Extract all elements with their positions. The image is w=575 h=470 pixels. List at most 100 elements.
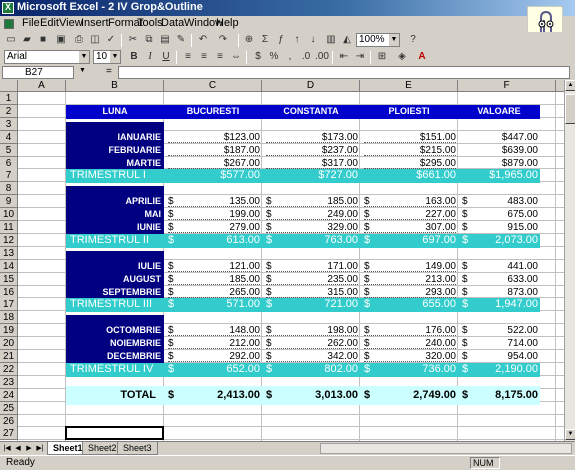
chevron-down-icon[interactable]: ▼ (389, 34, 399, 46)
redo-icon[interactable]: ↷ (216, 33, 230, 47)
menu-insert[interactable]: Insert (81, 17, 109, 29)
row-header-9[interactable]: 9 (0, 195, 18, 208)
quarter-total-value[interactable]: $661.00 (364, 169, 456, 182)
drawing-icon[interactable]: ◭ (340, 33, 354, 47)
chevron-down-icon[interactable]: ▼ (79, 51, 89, 63)
column-header-e[interactable]: E (360, 80, 458, 92)
value-cell[interactable]: 633.00 (462, 273, 538, 285)
value-cell[interactable]: 292.00 (168, 350, 260, 362)
value-cell[interactable]: $317.00 (266, 157, 358, 169)
row-header-10[interactable]: 10 (0, 208, 18, 221)
value-cell[interactable]: 199.00 (168, 208, 260, 220)
row-header-13[interactable]: 13 (0, 247, 18, 260)
vertical-scrollbar[interactable]: ▲ ▼ (564, 80, 575, 441)
underline-icon[interactable]: U (159, 50, 173, 64)
align-left-icon[interactable]: ≡ (181, 50, 195, 64)
row-header-27[interactable]: 27 (0, 427, 18, 440)
menu-tools[interactable]: Tools (137, 17, 163, 29)
value-cell[interactable]: 265.00 (168, 286, 260, 298)
menu-data[interactable]: Data (161, 17, 184, 29)
row-header-14[interactable]: 14 (0, 260, 18, 273)
chart-wizard-icon[interactable]: ▥ (324, 33, 338, 47)
quarter-total-value[interactable]: $727.00 (266, 169, 358, 182)
quarter-total-value[interactable]: 697.00 (364, 234, 456, 247)
sort-descending-icon[interactable]: ↓ (306, 33, 320, 47)
scroll-down-icon[interactable]: ▼ (565, 429, 575, 440)
value-cell[interactable]: 212.00 (168, 337, 260, 349)
value-cell[interactable]: 307.00 (364, 221, 456, 233)
quarter-total-value[interactable]: 802.00 (266, 363, 358, 376)
value-cell[interactable]: 198.00 (266, 324, 358, 336)
value-cell[interactable]: 315.00 (266, 286, 358, 298)
row-header-24[interactable]: 24 (0, 389, 18, 402)
quarter-total-value[interactable]: $1,965.00 (462, 169, 538, 182)
column-header-b[interactable]: B (66, 80, 164, 92)
value-cell[interactable]: 213.00 (364, 273, 456, 285)
align-right-icon[interactable]: ≡ (213, 50, 227, 64)
row-header-21[interactable]: 21 (0, 350, 18, 363)
column-header-g[interactable]: G (556, 80, 564, 92)
row-header-2[interactable]: 2 (0, 105, 18, 118)
spelling-icon[interactable]: ✓ (104, 33, 118, 47)
row-header-15[interactable]: 15 (0, 273, 18, 286)
value-cell[interactable]: 148.00 (168, 324, 260, 336)
decrease-indent-icon[interactable]: ⇤ (337, 50, 351, 64)
row-header-1[interactable]: 1 (0, 92, 18, 105)
quarter-total-value[interactable]: 736.00 (364, 363, 456, 376)
grand-total-value[interactable]: 2,749.00 (364, 389, 456, 402)
value-cell[interactable]: 342.00 (266, 350, 358, 362)
column-header-c[interactable]: C (164, 80, 262, 92)
merge-center-icon[interactable]: ⇔ (229, 50, 243, 64)
quarter-total-value[interactable]: 763.00 (266, 234, 358, 247)
select-all-corner[interactable] (0, 80, 18, 92)
format-painter-icon[interactable]: ✎ (174, 33, 188, 47)
zoom-select[interactable]: 100% ▼ (356, 33, 400, 47)
help-icon[interactable]: ? (406, 33, 420, 47)
value-cell[interactable]: $151.00 (364, 131, 456, 143)
grand-total-value[interactable]: 3,013.00 (266, 389, 358, 402)
value-cell[interactable]: 441.00 (462, 260, 538, 272)
row-header-25[interactable]: 25 (0, 402, 18, 415)
value-cell[interactable]: 954.00 (462, 350, 538, 362)
paste-icon[interactable]: ▤ (158, 33, 172, 47)
cut-icon[interactable]: ✂ (126, 33, 140, 47)
quarter-total-value[interactable]: 652.00 (168, 363, 260, 376)
percent-icon[interactable]: % (267, 50, 281, 64)
quarter-total-value[interactable]: 1,947.00 (462, 298, 538, 311)
value-cell[interactable]: $187.00 (168, 144, 260, 156)
menu-help[interactable]: Help (216, 17, 239, 29)
value-cell[interactable]: 262.00 (266, 337, 358, 349)
value-cell[interactable]: $447.00 (462, 131, 538, 143)
function-icon[interactable]: ƒ (274, 33, 288, 47)
menu-edit[interactable]: Edit (40, 17, 59, 29)
formula-input[interactable] (118, 66, 570, 79)
value-cell[interactable]: $639.00 (462, 144, 538, 156)
value-cell[interactable]: 176.00 (364, 324, 456, 336)
next-sheet-icon[interactable]: ▶ (24, 443, 34, 454)
row-header-12[interactable]: 12 (0, 234, 18, 247)
italic-icon[interactable]: I (143, 50, 157, 64)
quarter-total-value[interactable]: 655.00 (364, 298, 456, 311)
quarter-total-value[interactable]: 2,073.00 (462, 234, 538, 247)
value-cell[interactable]: 675.00 (462, 208, 538, 220)
row-header-3[interactable]: 3 (0, 118, 18, 131)
row-header-5[interactable]: 5 (0, 144, 18, 157)
value-cell[interactable]: $215.00 (364, 144, 456, 156)
menu-file[interactable]: File (22, 17, 40, 29)
value-cell[interactable]: 185.00 (266, 195, 358, 207)
bold-icon[interactable]: B (127, 50, 141, 64)
value-cell[interactable]: 163.00 (364, 195, 456, 207)
print-preview-icon[interactable]: ◫ (88, 33, 102, 47)
row-header-4[interactable]: 4 (0, 131, 18, 144)
chevron-down-icon[interactable]: ▼ (110, 51, 120, 63)
decrease-decimal-icon[interactable]: .00 (315, 50, 329, 64)
permission-icon[interactable]: ▣ (54, 33, 68, 47)
column-header-a[interactable]: A (18, 80, 66, 92)
increase-indent-icon[interactable]: ⇥ (353, 50, 367, 64)
row-header-7[interactable]: 7 (0, 169, 18, 182)
column-header-d[interactable]: D (262, 80, 360, 92)
quarter-total-value[interactable]: 613.00 (168, 234, 260, 247)
name-box[interactable]: B27 (2, 66, 74, 79)
value-cell[interactable]: 227.00 (364, 208, 456, 220)
row-header-23[interactable]: 23 (0, 376, 18, 389)
